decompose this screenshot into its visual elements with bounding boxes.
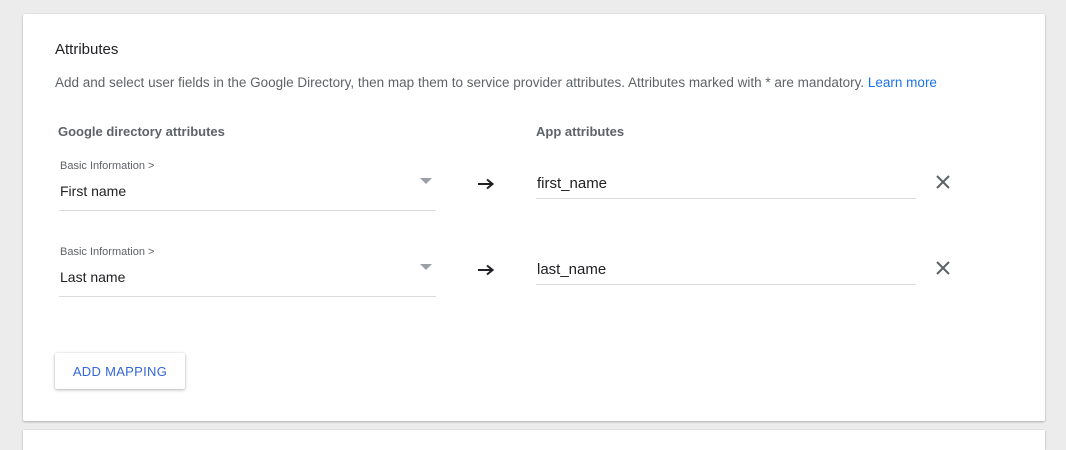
dropdown-caret-icon	[420, 178, 432, 184]
next-card	[23, 430, 1045, 450]
attributes-card: Attributes Add and select user fields in…	[23, 14, 1045, 421]
google-attribute-select[interactable]: Basic Information > Last name	[59, 246, 436, 297]
app-attribute-input[interactable]	[536, 168, 916, 199]
attribute-field-value: First name	[60, 183, 127, 199]
close-icon[interactable]	[933, 258, 953, 278]
google-attributes-header: Google directory attributes	[58, 124, 225, 139]
learn-more-link[interactable]: Learn more	[868, 75, 937, 90]
section-description: Add and select user fields in the Google…	[55, 75, 937, 90]
attribute-group-label: Basic Information >	[60, 160, 155, 172]
mapping-row: Basic Information > First name	[23, 160, 1045, 220]
add-mapping-button[interactable]: ADD MAPPING	[55, 353, 185, 389]
arrow-right-icon	[478, 264, 494, 276]
description-text: Add and select user fields in the Google…	[55, 75, 865, 90]
google-attribute-select[interactable]: Basic Information > First name	[59, 160, 436, 211]
app-attribute-input[interactable]	[536, 254, 916, 285]
attribute-field-value: Last name	[60, 269, 126, 285]
attribute-group-label: Basic Information >	[60, 246, 155, 258]
close-icon[interactable]	[933, 172, 953, 192]
section-title: Attributes	[55, 41, 119, 58]
mapping-row: Basic Information > Last name	[23, 246, 1045, 306]
arrow-right-icon	[478, 178, 494, 190]
dropdown-caret-icon	[420, 264, 432, 270]
app-attributes-header: App attributes	[536, 124, 625, 139]
